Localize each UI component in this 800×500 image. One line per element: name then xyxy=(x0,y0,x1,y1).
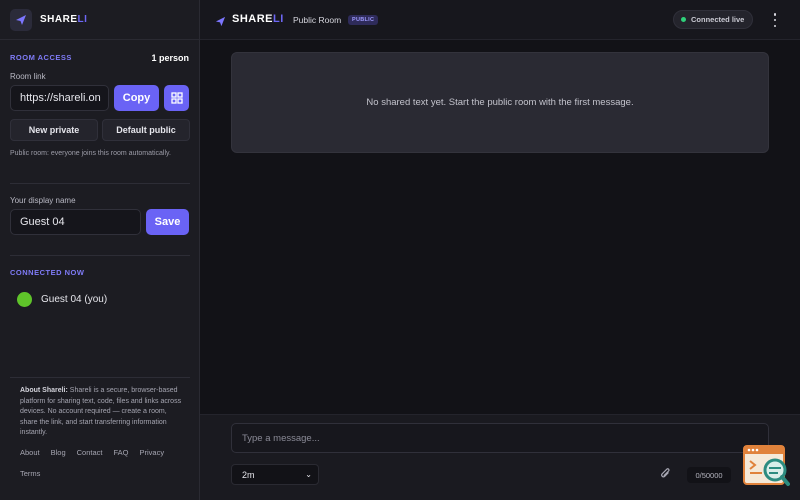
topbar: SHARELI Public Room PUBLIC Connected liv… xyxy=(200,0,800,40)
attach-icon[interactable] xyxy=(660,467,671,485)
footer-link-about[interactable]: About xyxy=(20,448,40,457)
default-public-button[interactable]: Default public xyxy=(102,119,190,141)
chevron-down-icon: ⌄ xyxy=(305,470,312,479)
brand-name-part2: LI xyxy=(77,14,88,25)
connected-user-item: Guest 04 (you) xyxy=(17,292,107,307)
person-count: 1 person xyxy=(151,53,189,63)
qr-code-icon xyxy=(170,92,183,104)
display-name-input[interactable]: Guest 04 xyxy=(10,209,141,235)
room-access-title: ROOM ACCESS xyxy=(10,53,72,62)
code-search-icon[interactable] xyxy=(742,444,790,488)
status-text: Connected live xyxy=(691,15,745,24)
user-avatar-dot xyxy=(17,292,32,307)
footer-link-blog[interactable]: Blog xyxy=(51,448,66,457)
logo-icon xyxy=(10,8,32,31)
header-brand[interactable]: SHARELI xyxy=(232,13,284,25)
public-badge: PUBLIC xyxy=(348,15,379,25)
header-brand-part1: SHARE xyxy=(232,13,274,25)
send-logo-icon xyxy=(215,14,226,32)
connected-user-name: Guest 04 (you) xyxy=(41,294,108,305)
room-link-input[interactable]: https://shareli.on xyxy=(10,85,109,111)
about-text: About Shareli: Shareli is a secure, brow… xyxy=(20,386,185,439)
connected-now-title: CONNECTED NOW xyxy=(10,268,85,277)
display-name-label: Your display name xyxy=(10,196,76,205)
new-private-button[interactable]: New private xyxy=(10,119,98,141)
empty-state-card: No shared text yet. Start the public roo… xyxy=(231,52,769,153)
about-title: About Shareli: xyxy=(20,387,68,394)
save-button[interactable]: Save xyxy=(146,209,189,235)
footer-link-faq[interactable]: FAQ xyxy=(113,448,128,457)
expiry-value: 2m xyxy=(242,469,255,480)
character-counter: 0/50000 xyxy=(687,467,731,483)
footer-link-terms[interactable]: Terms xyxy=(20,469,40,478)
status-dot-icon xyxy=(681,17,686,22)
app-window: SHARELI ROOM ACCESS 1 person Room link h… xyxy=(0,0,800,500)
brand-name: SHARELI xyxy=(40,14,87,25)
empty-state-message: No shared text yet. Start the public roo… xyxy=(366,97,634,108)
composer: Type a message... 2m ⌄ 0/50000 xyxy=(200,414,800,500)
connection-status: Connected live xyxy=(673,10,753,29)
divider xyxy=(10,255,190,256)
main-panel: SHARELI Public Room PUBLIC Connected liv… xyxy=(200,0,800,500)
more-options-icon[interactable] xyxy=(770,12,780,28)
divider xyxy=(10,183,190,184)
footer-link-privacy[interactable]: Privacy xyxy=(140,448,165,457)
copy-button[interactable]: Copy xyxy=(114,85,159,111)
room-name: Public Room xyxy=(293,15,342,25)
sidebar: SHARELI ROOM ACCESS 1 person Room link h… xyxy=(0,0,200,500)
expiry-select[interactable]: 2m ⌄ xyxy=(231,464,319,485)
sidebar-brand[interactable]: SHARELI xyxy=(0,0,199,40)
footer-link-contact[interactable]: Contact xyxy=(77,448,103,457)
message-input[interactable]: Type a message... xyxy=(231,423,769,453)
header-brand-part2: LI xyxy=(273,13,284,25)
public-room-help: Public room: everyone joins this room au… xyxy=(10,150,171,157)
footer-links: About Blog Contact FAQ Privacy xyxy=(20,448,164,457)
room-link-label: Room link xyxy=(10,72,46,81)
about-body: Shareli is a secure, browser-based platf… xyxy=(20,387,182,436)
brand-name-part1: SHARE xyxy=(40,14,78,25)
divider xyxy=(10,377,190,378)
qr-code-button[interactable] xyxy=(164,85,189,111)
